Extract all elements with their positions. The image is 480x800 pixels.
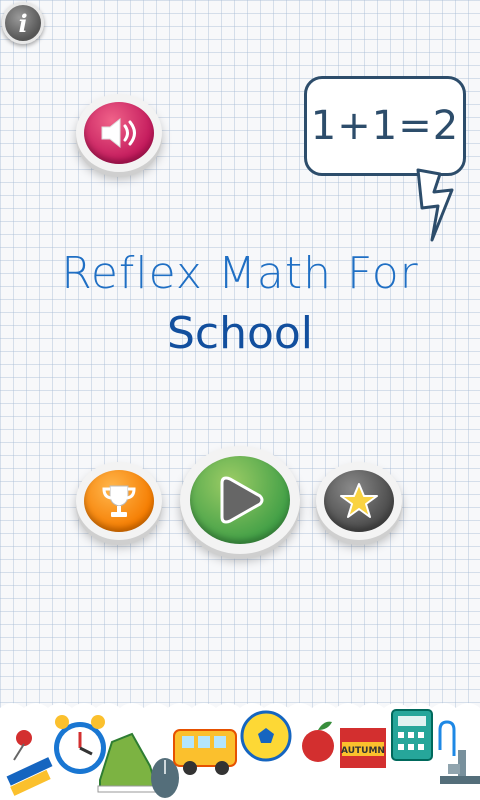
play-icon bbox=[220, 476, 264, 524]
play-button-face bbox=[190, 456, 290, 544]
rate-button[interactable] bbox=[316, 462, 402, 540]
alarm-clock-icon bbox=[54, 715, 106, 774]
calendar-icon: AUTUMN bbox=[340, 728, 386, 768]
leaderboard-button[interactable] bbox=[76, 462, 162, 540]
rate-button-face bbox=[324, 470, 394, 532]
soccer-ball-icon bbox=[240, 710, 292, 762]
leaderboard-button-face bbox=[84, 470, 154, 532]
bubble-equation: 1+1=2 bbox=[310, 103, 460, 149]
star-icon bbox=[340, 483, 378, 518]
play-button[interactable] bbox=[180, 446, 300, 554]
info-button[interactable]: i bbox=[2, 2, 44, 44]
trophy-icon bbox=[102, 485, 136, 517]
info-icon: i bbox=[18, 8, 28, 38]
sound-toggle-button[interactable] bbox=[76, 94, 162, 172]
sound-button-face bbox=[84, 102, 154, 164]
bubble-tail-icon bbox=[416, 168, 454, 242]
app-title-line2: School bbox=[166, 308, 314, 359]
calendar-label: AUTUMN bbox=[341, 746, 385, 756]
math-speech-bubble: 1+1=2 bbox=[304, 76, 466, 176]
calculator-icon bbox=[391, 709, 433, 761]
school-supplies-footer: AUTUMN bbox=[0, 703, 480, 800]
speaker-icon bbox=[101, 117, 136, 149]
app-title-line1: Reflex Math For bbox=[61, 248, 419, 299]
